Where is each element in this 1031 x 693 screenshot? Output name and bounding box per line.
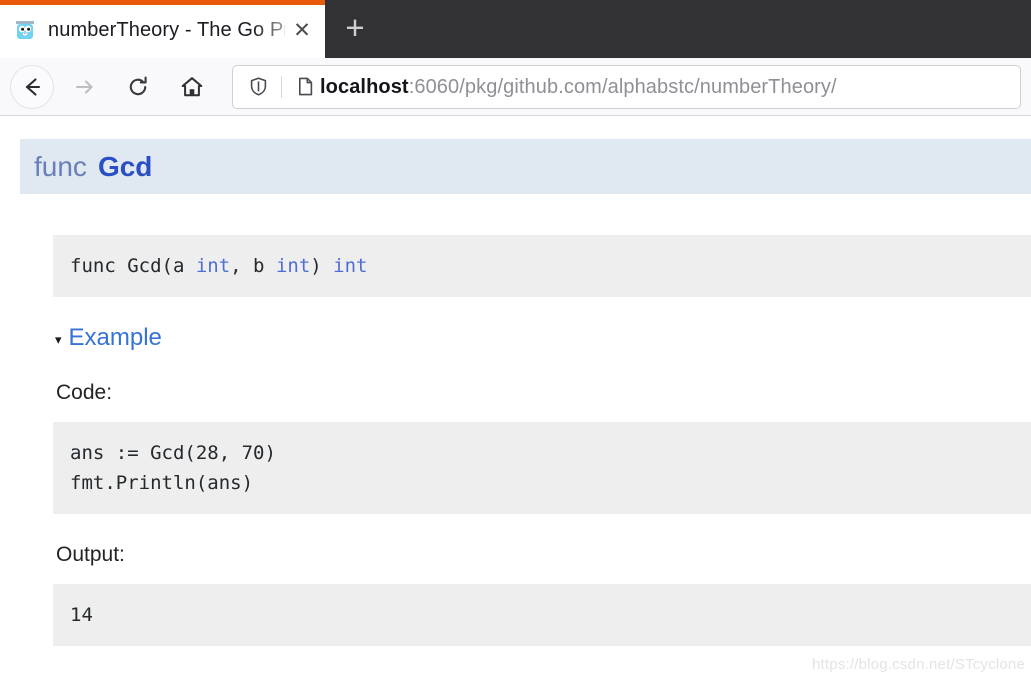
- page-content: func Gcd func Gcd(a int, b int) int ▾ Ex…: [0, 116, 1031, 693]
- chevron-down-icon: ▾: [55, 332, 62, 347]
- back-button[interactable]: [10, 64, 54, 109]
- signature-close: ): [310, 255, 334, 277]
- home-button[interactable]: [170, 65, 214, 109]
- watermark: https://blog.csdn.net/STcyclone: [812, 656, 1025, 673]
- func-name: Gcd: [97, 150, 153, 182]
- reload-button[interactable]: [116, 65, 160, 109]
- shield-icon[interactable]: [243, 72, 273, 102]
- example-toggle[interactable]: ▾ Example: [55, 324, 1031, 352]
- func-heading: func Gcd: [20, 139, 1031, 194]
- signature-pre: func Gcd(a: [70, 255, 196, 277]
- example-output-block: 14: [53, 584, 1031, 646]
- close-tab-icon[interactable]: ✕: [285, 14, 319, 48]
- signature-type-1: int: [195, 255, 231, 277]
- back-arrow-icon: [19, 74, 45, 100]
- function-signature-block: func Gcd(a int, b int) int: [53, 235, 1031, 297]
- forward-arrow-icon: [71, 74, 97, 100]
- tab-strip: numberTheory - The Go Programming Langua…: [0, 0, 1031, 58]
- url-text: localhost:6060/pkg/github.com/alphabstc/…: [320, 76, 837, 99]
- new-tab-button[interactable]: +: [325, 0, 385, 58]
- code-label: Code:: [56, 381, 113, 404]
- page-info-icon[interactable]: [290, 72, 320, 102]
- output-label: Output:: [56, 543, 125, 566]
- reload-icon: [125, 74, 151, 100]
- tab-title: numberTheory - The Go Programming Langua…: [48, 19, 285, 41]
- browser-window: numberTheory - The Go Programming Langua…: [0, 0, 1031, 693]
- example-code-block: ans := Gcd(28, 70) fmt.Println(ans): [53, 422, 1031, 514]
- home-icon: [179, 74, 205, 100]
- url-bar[interactable]: localhost:6060/pkg/github.com/alphabstc/…: [232, 64, 1021, 109]
- go-gopher-icon: [14, 20, 36, 42]
- browser-tab-active[interactable]: numberTheory - The Go Programming Langua…: [0, 0, 325, 58]
- signature-type-2: int: [275, 255, 311, 277]
- url-divider: [281, 75, 282, 98]
- navigation-toolbar: localhost:6060/pkg/github.com/alphabstc/…: [0, 58, 1031, 116]
- url-host: localhost: [320, 75, 409, 98]
- signature-mid: , b: [230, 255, 276, 277]
- forward-button: [62, 65, 106, 109]
- example-toggle-label[interactable]: Example: [69, 324, 162, 352]
- signature-return-type: int: [333, 255, 368, 277]
- func-keyword: func: [34, 150, 87, 182]
- url-path: :6060/pkg/github.com/alphabstc/numberThe…: [408, 75, 837, 98]
